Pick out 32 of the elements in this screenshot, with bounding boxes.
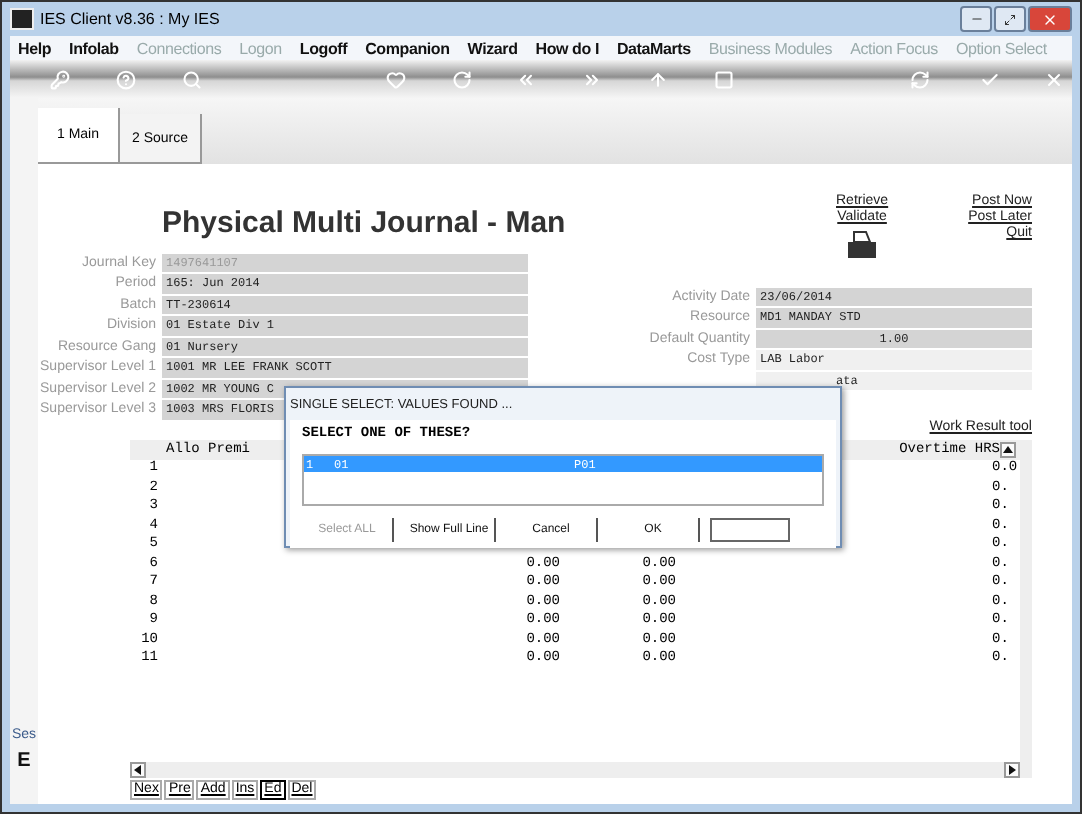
form-title: Physical Multi Journal - Man (162, 206, 566, 242)
refresh-icon[interactable] (910, 69, 930, 89)
close-icon (1042, 11, 1058, 27)
scroll-right-button[interactable] (1004, 762, 1020, 778)
key-icon[interactable] (50, 69, 70, 89)
menu-item[interactable]: DataMarts (616, 39, 691, 57)
menu-item[interactable]: How do I (535, 39, 599, 57)
window-title: IES Client v8.36 : My IES (40, 10, 220, 28)
up-arrow-icon[interactable] (648, 69, 668, 89)
rotate-icon[interactable] (452, 69, 472, 89)
scroll-up-button[interactable] (1000, 441, 1016, 457)
double-right-icon[interactable] (582, 69, 602, 89)
app-icon (10, 8, 34, 30)
search-icon[interactable] (182, 69, 202, 89)
help-icon[interactable] (116, 69, 136, 89)
double-left-icon[interactable] (516, 69, 536, 89)
printer-icon[interactable] (846, 230, 879, 258)
menu-item[interactable]: Logoff (299, 39, 348, 57)
minimize-icon (969, 12, 983, 26)
input-field[interactable] (710, 518, 790, 542)
menu-item[interactable]: Companion (365, 39, 450, 57)
menu-item[interactable]: Wizard (467, 39, 518, 57)
heart-icon[interactable] (386, 69, 406, 89)
check-icon[interactable] (980, 69, 1000, 89)
maximize-button[interactable] (994, 6, 1026, 32)
menu-item[interactable]: Infolab (69, 39, 119, 57)
minimize-button[interactable] (960, 6, 992, 32)
scroll-left-button[interactable] (130, 762, 146, 778)
side-label: E (17, 750, 31, 772)
close-icon[interactable] (1044, 69, 1064, 89)
menu-item[interactable]: Help (18, 39, 52, 57)
square-icon[interactable] (714, 69, 734, 89)
